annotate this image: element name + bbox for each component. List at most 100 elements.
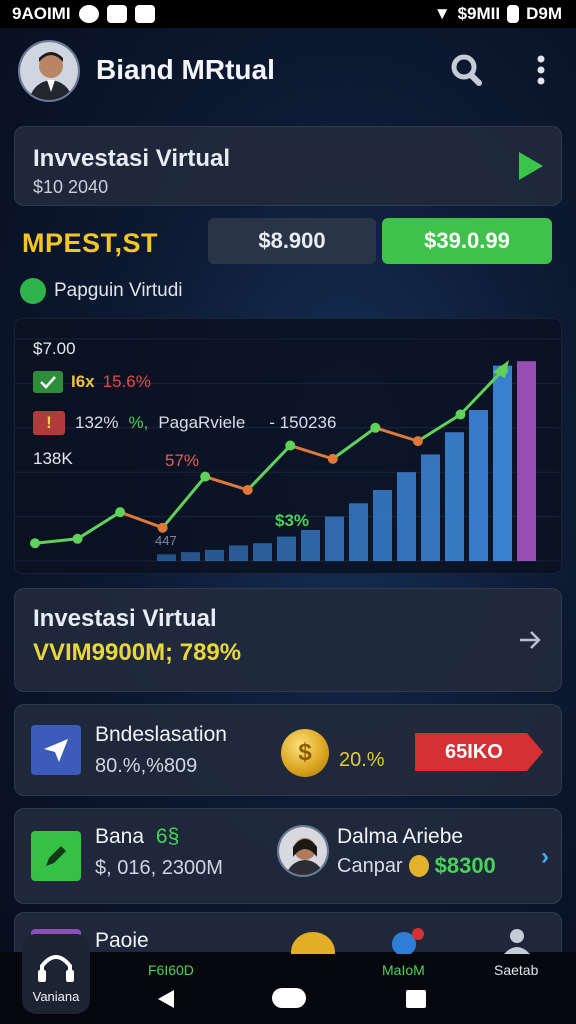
chart-gold-text: I6x	[71, 372, 95, 391]
nav-home-label: Vaniana	[32, 989, 80, 1004]
chart-green-percent: $3%	[275, 511, 310, 530]
chart-info-green: %,	[128, 413, 149, 432]
nav-label-3[interactable]: MaIoM	[382, 962, 425, 978]
person-subtitle: Canpar	[337, 854, 403, 877]
headphones-icon	[38, 955, 74, 982]
chart-point	[115, 507, 126, 518]
chart-bar	[253, 543, 272, 561]
chart-svg	[15, 338, 561, 562]
app-title: Biand MRtual	[96, 54, 275, 85]
row-subtitle: $, 016, 2300M	[95, 857, 223, 879]
value-button-a[interactable]: $8.900	[208, 218, 376, 264]
warning-icon: !	[33, 411, 65, 435]
chart-point	[72, 533, 83, 544]
chart-info-text: PagaRviele	[158, 413, 246, 432]
coin-icon: $	[281, 729, 329, 777]
play-icon	[519, 152, 543, 180]
list-item[interactable]: Bana 6§ $, 016, 2300M Dalma Ariebe Canpa…	[14, 808, 562, 904]
chart-line-segment	[161, 475, 207, 529]
value-button-b[interactable]: $39.0.99	[382, 218, 552, 264]
status-time: D9M	[526, 4, 562, 23]
sub-label-row: Papguin Virtudi	[20, 278, 183, 304]
chart-line-segment	[34, 537, 78, 545]
avatar[interactable]	[18, 40, 80, 102]
chart-point	[370, 422, 381, 433]
nav-label-4[interactable]: Saetab	[494, 962, 538, 978]
back-triangle-icon	[158, 990, 174, 1008]
status-tag[interactable]: 65IKO	[415, 733, 543, 771]
chart-info-percent: 132%	[75, 413, 119, 432]
chart-line-segment	[374, 426, 419, 443]
investment-card[interactable]: Invvestasi Virtual $10 2040	[14, 126, 562, 206]
chart-bar	[181, 552, 200, 561]
arrow-right-icon	[520, 631, 541, 649]
chart-badge-row: I6x 15.6%	[33, 371, 151, 393]
chart-bar	[301, 529, 320, 561]
search-button[interactable]	[446, 50, 486, 90]
chart-line-segment	[289, 444, 334, 461]
chart-bar	[517, 361, 536, 561]
chart-line-segment	[119, 510, 164, 530]
app-notification-icon	[106, 5, 127, 23]
investment-summary-card[interactable]: Investasi Virtual VVIM9900M; 789%	[14, 588, 562, 692]
list-item[interactable]: Bndeslasation 80.%,%809 $ 20.% 65IKO	[14, 704, 562, 796]
notification-bell-icon[interactable]	[388, 928, 430, 959]
arrow-right-button[interactable]	[517, 627, 543, 653]
search-icon	[451, 54, 482, 86]
chart-bar	[277, 536, 296, 561]
check-icon	[33, 371, 63, 393]
more-options-button[interactable]	[526, 50, 556, 90]
send-icon	[31, 725, 81, 775]
chevron-right-icon[interactable]: ›	[541, 843, 549, 871]
chart-tiny-label: 447	[155, 533, 177, 548]
row-percent: 20.%	[339, 749, 385, 771]
system-recents-button[interactable]	[406, 990, 426, 1008]
row-title: Paoie	[95, 929, 149, 952]
notification-icon	[78, 5, 99, 23]
chart-bar	[157, 554, 176, 561]
more-vertical-icon	[537, 55, 545, 85]
nav-home-button[interactable]: Vaniana	[22, 934, 90, 1014]
chart-bar	[469, 410, 488, 561]
chart-point	[200, 471, 211, 482]
chart-mid-percent: 57%	[165, 451, 200, 470]
section-label: MPEST,ST	[22, 228, 159, 258]
chart-bar	[373, 489, 392, 561]
row-subtitle: 80.%,%809	[95, 755, 198, 777]
chart-red-percent: 15.6%	[102, 372, 151, 391]
chart-bar	[445, 432, 464, 561]
chart-point	[327, 453, 338, 464]
person-detail-row: Canpar $8300	[337, 853, 496, 879]
system-home-button[interactable]	[272, 988, 306, 1008]
chart-side-value: - 150236	[269, 413, 337, 432]
status-left-text: 9AOIMI	[12, 4, 71, 23]
wifi-icon: ▼	[433, 4, 451, 23]
row-title-extra: 6§	[155, 825, 180, 848]
chart-bar	[493, 365, 512, 561]
chart-bar	[421, 454, 440, 561]
person-name: Dalma Ariebe	[337, 825, 464, 848]
coin-stack-icon[interactable]	[290, 928, 336, 972]
chart-line-segment	[246, 444, 292, 491]
status-tag-text: 65IKO	[445, 741, 503, 763]
chart-panel: $7.00 I6x 15.6% ! 132% %, PagaRviele - 1…	[14, 318, 562, 574]
chart-point	[242, 484, 253, 495]
investment-title: Invvestasi Virtual	[33, 145, 230, 172]
coin-icon	[408, 855, 429, 877]
chart-point	[455, 409, 466, 420]
system-back-button[interactable]	[156, 988, 176, 1015]
chart-point	[285, 440, 296, 451]
profile-icon[interactable]	[502, 928, 532, 959]
mail-icon	[134, 5, 155, 23]
chart-point	[30, 538, 40, 549]
play-button[interactable]	[513, 149, 547, 183]
investment-amount: $10 2040	[33, 177, 109, 197]
battery-icon	[507, 5, 520, 23]
status-bar: 9AOIMI ▼ $9MII D9M	[0, 0, 576, 28]
chart-left-value: 138K	[33, 449, 73, 468]
person-avatar[interactable]	[277, 825, 329, 877]
status-right-text: $9MII	[457, 4, 501, 23]
chart-line-segment	[204, 475, 249, 492]
edit-icon	[31, 831, 81, 881]
nav-label-2[interactable]: F6I60D	[148, 962, 194, 978]
